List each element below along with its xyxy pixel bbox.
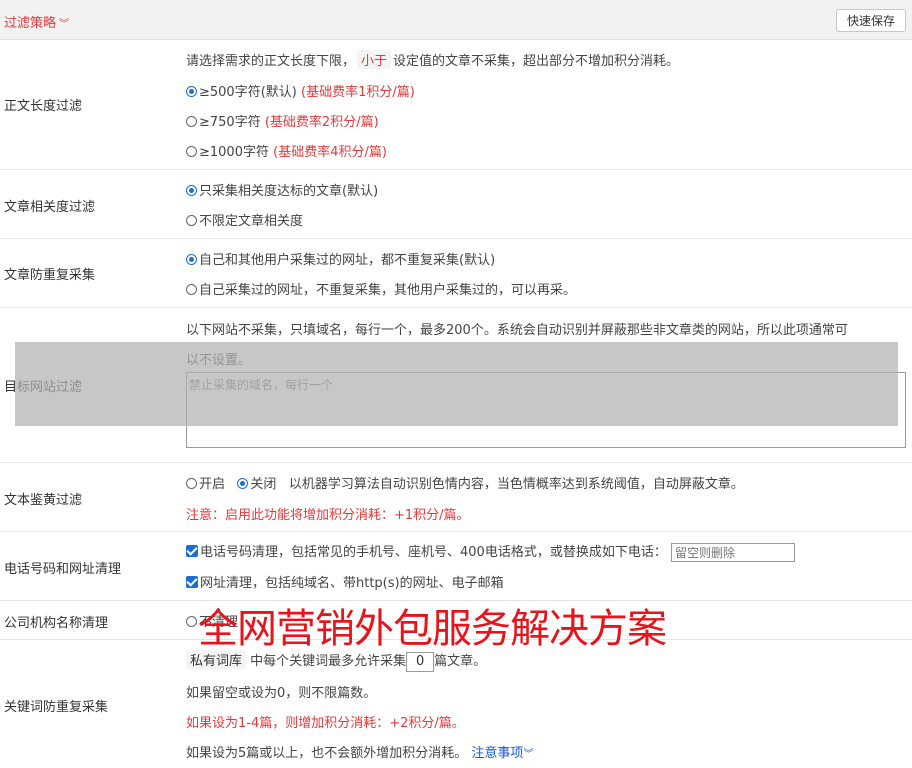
length-option-750[interactable]: ≥750字符 (基础费率2积分/篇): [186, 111, 379, 130]
dedupe-option-all[interactable]: 自己和其他用户采集过的网址，都不重复采集(默认): [186, 249, 495, 268]
company-clean-label: 公司机构名称清理: [4, 616, 109, 631]
company-clean-options[interactable]: 不清理: [186, 611, 238, 630]
chevron-down-icon: ︾: [59, 19, 70, 30]
radio-dedupe-all[interactable]: [186, 254, 197, 265]
chevron-down-icon: ︾: [523, 749, 534, 760]
radio-dedupe-self[interactable]: [186, 284, 197, 295]
length-filter-label: 正文长度过滤: [4, 99, 83, 114]
company-clean-row: 公司机构名称清理 不清理: [0, 601, 912, 640]
radio-500[interactable]: [186, 86, 197, 97]
radio-1000[interactable]: [186, 146, 197, 157]
notice-link[interactable]: 注意事项︾: [471, 746, 533, 761]
radio-relevance-unlimited[interactable]: [186, 215, 197, 226]
keyword-limit-line: 私有词库 中每个关键词最多允许采集篇文章。: [186, 650, 486, 672]
site-filter-desc-2: 以不设置。: [186, 353, 252, 368]
replacement-phone-input[interactable]: [670, 543, 795, 562]
phone-clean-label: 电话号码和网址清理: [4, 562, 122, 577]
radio-company-none[interactable]: [186, 616, 197, 627]
porn-on-label[interactable]: 开启: [199, 477, 225, 492]
blocked-domains-textarea[interactable]: [186, 372, 906, 448]
site-filter-desc-1: 以下网站不采集，只填域名，每行一个，最多200个。系统会自动识别并屏蔽那些非文章…: [186, 323, 848, 338]
keyword-dedupe-label: 关键词防重复采集: [4, 700, 109, 715]
length-filter-desc: 请选择需求的正文长度下限， 小于 设定值的文章不采集，超出部分不增加积分消耗。: [186, 50, 679, 69]
relevance-filter-label: 文章相关度过滤: [4, 200, 96, 215]
quick-save-button[interactable]: 快速保存: [836, 9, 906, 32]
dedupe-option-self[interactable]: 自己采集过的网址，不重复采集，其他用户采集过的，可以再采。: [186, 279, 576, 298]
porn-filter-options: 开启 关闭 以机器学习算法自动识别色情内容，当色情概率达到系统阈值，自动屏蔽文章…: [186, 473, 744, 492]
site-filter-label: 目标网站过滤: [4, 380, 83, 395]
radio-750[interactable]: [186, 116, 197, 127]
radio-porn-off[interactable]: [237, 478, 249, 489]
dedupe-row: 文章防重复采集 自己和其他用户采集过的网址，都不重复采集(默认) 自己采集过的网…: [0, 239, 912, 308]
keyword-dedupe-row: 关键词防重复采集 私有词库 中每个关键词最多允许采集篇文章。 如果留空或设为0，…: [0, 640, 912, 768]
porn-filter-row: 文本鉴黄过滤 开启 关闭 以机器学习算法自动识别色情内容，当色情概率达到系统阈值…: [0, 463, 912, 532]
section-title[interactable]: 过滤策略 ︾: [4, 12, 69, 31]
relevance-option-qualified[interactable]: 只采集相关度达标的文章(默认): [186, 180, 378, 199]
url-clean-checkbox[interactable]: [186, 576, 198, 588]
porn-off-label[interactable]: 关闭: [250, 477, 276, 492]
site-filter-row: 目标网站过滤 以下网站不采集，只填域名，每行一个，最多200个。系统会自动识别并…: [0, 308, 912, 463]
radio-porn-on[interactable]: [186, 478, 197, 489]
length-option-500[interactable]: ≥500字符(默认) (基础费率1积分/篇): [186, 81, 415, 100]
length-filter-row: 正文长度过滤 请选择需求的正文长度下限， 小于 设定值的文章不采集，超出部分不增加积…: [0, 40, 912, 170]
relevance-option-unlimited[interactable]: 不限定文章相关度: [186, 210, 303, 229]
length-option-1000[interactable]: ≥1000字符 (基础费率4积分/篇): [186, 141, 387, 160]
private-lexicon-tag[interactable]: 私有词库: [186, 650, 247, 669]
keyword-limit-input[interactable]: [406, 651, 435, 672]
keyword-note-2: 如果设为1-4篇，则增加积分消耗：+2积分/篇。: [186, 716, 465, 731]
porn-filter-note: 注意：启用此功能将增加积分消耗：+1积分/篇。: [186, 508, 470, 523]
less-than-tag: 小于: [357, 50, 392, 69]
porn-filter-label: 文本鉴黄过滤: [4, 493, 83, 508]
keyword-note-3: 如果设为5篇或以上，也不会额外增加积分消耗。 注意事项︾: [186, 746, 534, 761]
porn-filter-desc: 以机器学习算法自动识别色情内容，当色情概率达到系统阈值，自动屏蔽文章。: [288, 477, 744, 492]
radio-relevance-qualified[interactable]: [186, 185, 197, 196]
phone-clean-option[interactable]: 电话号码清理，包括常见的手机号、座机号、400电话格式，或替换成如下电话：: [186, 541, 795, 562]
phone-clean-checkbox[interactable]: [186, 545, 198, 557]
keyword-note-1: 如果留空或设为0，则不限篇数。: [186, 686, 377, 701]
url-clean-option[interactable]: 网址清理，包括纯域名、带http(s)的网址、电子邮箱: [186, 572, 504, 591]
dedupe-label: 文章防重复采集: [4, 268, 96, 283]
filter-strategy-header: 过滤策略 ︾ 快速保存: [0, 0, 912, 40]
phone-clean-row: 电话号码和网址清理 电话号码清理，包括常见的手机号、座机号、400电话格式，或替…: [0, 532, 912, 601]
relevance-filter-row: 文章相关度过滤 只采集相关度达标的文章(默认) 不限定文章相关度: [0, 170, 912, 239]
